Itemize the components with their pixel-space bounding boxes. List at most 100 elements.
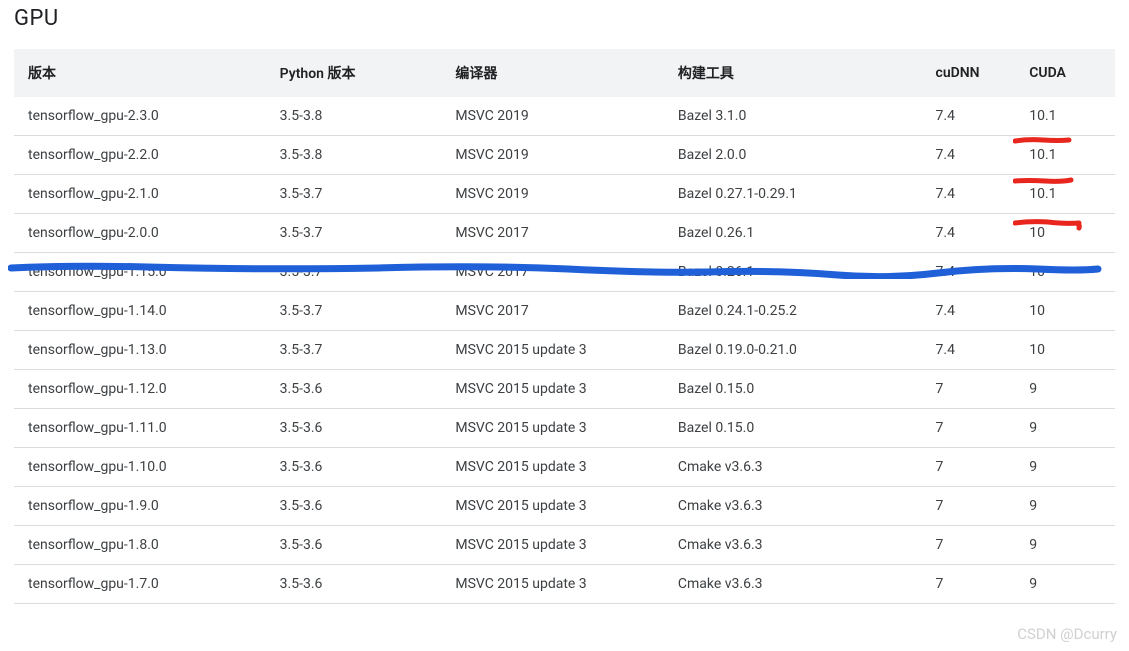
cell-cuda: 10.1 [1021, 175, 1115, 214]
cell-cudnn: 7.4 [928, 175, 1022, 214]
cell-version: tensorflow_gpu-1.9.0 [14, 487, 272, 526]
cell-version: tensorflow_gpu-1.7.0 [14, 565, 272, 604]
cell-build: Cmake v3.6.3 [670, 526, 928, 565]
cell-build: Bazel 0.15.0 [670, 370, 928, 409]
cell-cuda: 10.1 [1021, 136, 1115, 175]
cell-python: 3.5-3.7 [272, 214, 448, 253]
cell-cuda: 10 [1021, 253, 1115, 292]
cell-cudnn: 7.4 [928, 292, 1022, 331]
header-compiler: 编译器 [447, 49, 670, 97]
cell-compiler: MSVC 2015 update 3 [447, 565, 670, 604]
cell-python: 3.5-3.8 [272, 136, 448, 175]
cell-cuda: 10 [1021, 331, 1115, 370]
cell-version: tensorflow_gpu-2.1.0 [14, 175, 272, 214]
cell-compiler: MSVC 2015 update 3 [447, 370, 670, 409]
table-row: tensorflow_gpu-1.9.03.5-3.6MSVC 2015 upd… [14, 487, 1115, 526]
cell-compiler: MSVC 2019 [447, 175, 670, 214]
cell-cudnn: 7 [928, 565, 1022, 604]
cell-version: tensorflow_gpu-1.11.0 [14, 409, 272, 448]
cell-compiler: MSVC 2015 update 3 [447, 448, 670, 487]
cell-python: 3.5-3.6 [272, 370, 448, 409]
cell-version: tensorflow_gpu-1.15.0 [14, 253, 272, 292]
cell-version: tensorflow_gpu-1.10.0 [14, 448, 272, 487]
cell-cudnn: 7.4 [928, 136, 1022, 175]
cell-python: 3.5-3.7 [272, 253, 448, 292]
cell-build: Bazel 0.26.1 [670, 253, 928, 292]
table-row: tensorflow_gpu-2.2.03.5-3.8MSVC 2019Baze… [14, 136, 1115, 175]
cell-build: Cmake v3.6.3 [670, 487, 928, 526]
cell-python: 3.5-3.6 [272, 409, 448, 448]
cell-version: tensorflow_gpu-1.8.0 [14, 526, 272, 565]
cell-compiler: MSVC 2015 update 3 [447, 409, 670, 448]
table-row: tensorflow_gpu-1.7.03.5-3.6MSVC 2015 upd… [14, 565, 1115, 604]
table-row: tensorflow_gpu-1.15.03.5-3.7MSVC 2017Baz… [14, 253, 1115, 292]
cell-python: 3.5-3.7 [272, 292, 448, 331]
cell-build: Cmake v3.6.3 [670, 565, 928, 604]
cell-compiler: MSVC 2019 [447, 136, 670, 175]
table-row: tensorflow_gpu-1.13.03.5-3.7MSVC 2015 up… [14, 331, 1115, 370]
cell-build: Bazel 3.1.0 [670, 97, 928, 136]
gpu-compat-table: 版本 Python 版本 编译器 构建工具 cuDNN CUDA tensorf… [14, 49, 1115, 604]
cell-python: 3.5-3.6 [272, 526, 448, 565]
header-build: 构建工具 [670, 49, 928, 97]
cell-build: Bazel 0.24.1-0.25.2 [670, 292, 928, 331]
cell-build: Bazel 0.19.0-0.21.0 [670, 331, 928, 370]
table-row: tensorflow_gpu-1.12.03.5-3.6MSVC 2015 up… [14, 370, 1115, 409]
cell-compiler: MSVC 2019 [447, 97, 670, 136]
cell-cuda: 10 [1021, 292, 1115, 331]
cell-cudnn: 7.4 [928, 97, 1022, 136]
cell-cuda: 9 [1021, 565, 1115, 604]
cell-build: Bazel 2.0.0 [670, 136, 928, 175]
header-cudnn: cuDNN [928, 49, 1022, 97]
header-python: Python 版本 [272, 49, 448, 97]
cell-python: 3.5-3.6 [272, 448, 448, 487]
table-row: tensorflow_gpu-2.3.03.5-3.8MSVC 2019Baze… [14, 97, 1115, 136]
cell-build: Bazel 0.27.1-0.29.1 [670, 175, 928, 214]
watermark-text: CSDN @Dcurry [1017, 625, 1117, 643]
cell-cudnn: 7 [928, 526, 1022, 565]
cell-version: tensorflow_gpu-2.2.0 [14, 136, 272, 175]
cell-python: 3.5-3.6 [272, 487, 448, 526]
header-cuda: CUDA [1021, 49, 1115, 97]
section-heading: GPU [14, 6, 1115, 31]
cell-compiler: MSVC 2015 update 3 [447, 331, 670, 370]
cell-build: Cmake v3.6.3 [670, 448, 928, 487]
cell-cudnn: 7 [928, 370, 1022, 409]
table-row: tensorflow_gpu-1.10.03.5-3.6MSVC 2015 up… [14, 448, 1115, 487]
cell-build: Bazel 0.15.0 [670, 409, 928, 448]
cell-compiler: MSVC 2017 [447, 292, 670, 331]
cell-cudnn: 7.4 [928, 331, 1022, 370]
cell-cudnn: 7 [928, 409, 1022, 448]
cell-cudnn: 7.4 [928, 214, 1022, 253]
cell-cuda: 9 [1021, 487, 1115, 526]
cell-cuda: 9 [1021, 526, 1115, 565]
cell-compiler: MSVC 2015 update 3 [447, 526, 670, 565]
cell-cudnn: 7 [928, 487, 1022, 526]
cell-build: Bazel 0.26.1 [670, 214, 928, 253]
cell-compiler: MSVC 2017 [447, 253, 670, 292]
cell-cuda: 9 [1021, 370, 1115, 409]
table-row: tensorflow_gpu-1.11.03.5-3.6MSVC 2015 up… [14, 409, 1115, 448]
cell-cuda: 9 [1021, 409, 1115, 448]
cell-version: tensorflow_gpu-1.14.0 [14, 292, 272, 331]
cell-version: tensorflow_gpu-2.0.0 [14, 214, 272, 253]
cell-version: tensorflow_gpu-2.3.0 [14, 97, 272, 136]
cell-compiler: MSVC 2015 update 3 [447, 487, 670, 526]
cell-python: 3.5-3.7 [272, 175, 448, 214]
cell-python: 3.5-3.8 [272, 97, 448, 136]
cell-cudnn: 7.4 [928, 253, 1022, 292]
table-header-row: 版本 Python 版本 编译器 构建工具 cuDNN CUDA [14, 49, 1115, 97]
table-row: tensorflow_gpu-2.1.03.5-3.7MSVC 2019Baze… [14, 175, 1115, 214]
cell-compiler: MSVC 2017 [447, 214, 670, 253]
cell-version: tensorflow_gpu-1.12.0 [14, 370, 272, 409]
cell-version: tensorflow_gpu-1.13.0 [14, 331, 272, 370]
header-version: 版本 [14, 49, 272, 97]
table-row: tensorflow_gpu-2.0.03.5-3.7MSVC 2017Baze… [14, 214, 1115, 253]
cell-cuda: 10.1 [1021, 97, 1115, 136]
cell-python: 3.5-3.6 [272, 565, 448, 604]
table-row: tensorflow_gpu-1.14.03.5-3.7MSVC 2017Baz… [14, 292, 1115, 331]
cell-cuda: 10 [1021, 214, 1115, 253]
cell-cuda: 9 [1021, 448, 1115, 487]
cell-python: 3.5-3.7 [272, 331, 448, 370]
cell-cudnn: 7 [928, 448, 1022, 487]
